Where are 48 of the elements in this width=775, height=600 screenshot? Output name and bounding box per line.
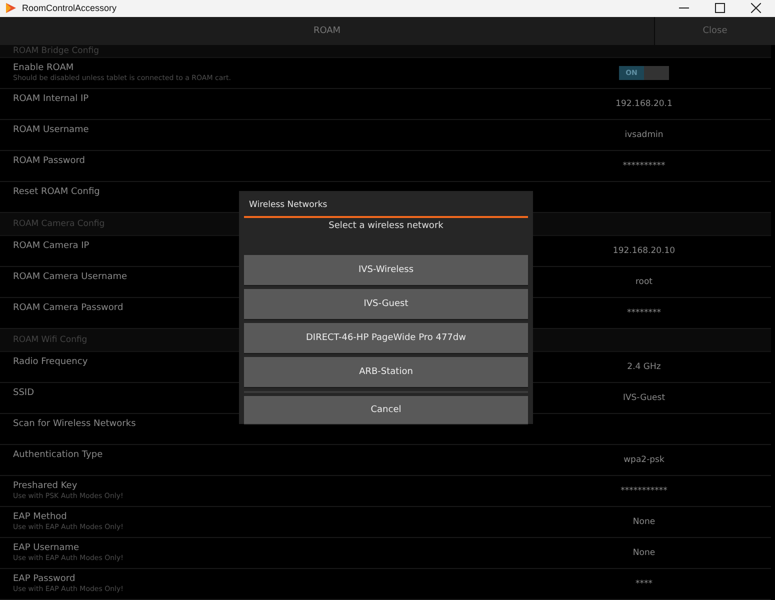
setting-value: None (632, 517, 656, 527)
setting-label: Preshared Key (13, 481, 78, 491)
setting-label: Authentication Type (13, 450, 104, 460)
setting-label: ROAM Password (13, 156, 86, 166)
app-logo-icon (5, 2, 17, 14)
setting-row[interactable]: Authentication Type wpa2-psk (0, 445, 771, 476)
network-button[interactable]: ARB-Station (244, 357, 528, 387)
network-button[interactable]: DIRECT-46-HP PageWide Pro 477dw (244, 323, 528, 353)
close-icon[interactable] (751, 3, 761, 14)
setting-value: wpa2-psk (624, 455, 664, 465)
setting-label: EAP Method (13, 512, 68, 522)
maximize-icon[interactable] (715, 3, 725, 14)
setting-label: EAP Username (13, 543, 80, 553)
setting-row[interactable]: ROAM Internal IP 192.168.20.1 (0, 89, 771, 120)
setting-label: Scan for Wireless Networks (13, 419, 137, 429)
section-header: ROAM Bridge Config (13, 46, 99, 56)
setting-label: ROAM Camera Username (13, 272, 128, 282)
setting-label: ROAM Camera Password (13, 303, 124, 313)
dialog-message: Select a wireless network (328, 220, 444, 233)
setting-label: Reset ROAM Config (13, 187, 101, 197)
window-title: RoomControlAccessory (22, 3, 117, 14)
setting-value: 2.4 GHz (627, 362, 661, 372)
dialog-title: Wireless Networks (244, 191, 528, 218)
setting-value: 192.168.20.10 (612, 246, 676, 256)
section-header: ROAM Wifi Config (13, 335, 88, 345)
setting-label: ROAM Internal IP (13, 94, 90, 104)
setting-value: **** (636, 579, 652, 589)
setting-label: Enable ROAM (13, 63, 75, 73)
section-header: ROAM Camera Config (13, 219, 105, 229)
header-title: ROAM (312, 24, 342, 38)
setting-label: Radio Frequency (13, 357, 89, 367)
setting-value: IVS-Guest (622, 393, 666, 403)
setting-label: EAP Password (13, 574, 76, 584)
setting-value: ******** (627, 308, 661, 318)
network-button[interactable]: IVS-Guest (244, 289, 528, 319)
setting-value: None (632, 548, 656, 558)
setting-row[interactable]: ROAM Password ********** (0, 151, 771, 182)
setting-value: *********** (620, 486, 668, 496)
setting-label: ROAM Camera IP (13, 241, 90, 251)
cancel-button[interactable]: Cancel (244, 396, 528, 424)
setting-label: SSID (13, 388, 36, 398)
setting-value: root (635, 277, 653, 287)
setting-value: ivsadmin (624, 130, 664, 140)
setting-value: 192.168.20.1 (616, 99, 672, 109)
setting-row[interactable]: ROAM Username ivsadmin (0, 120, 771, 151)
setting-label: ROAM Username (13, 125, 90, 135)
setting-value: ********** (622, 161, 666, 171)
network-button[interactable]: IVS-Wireless (244, 255, 528, 285)
